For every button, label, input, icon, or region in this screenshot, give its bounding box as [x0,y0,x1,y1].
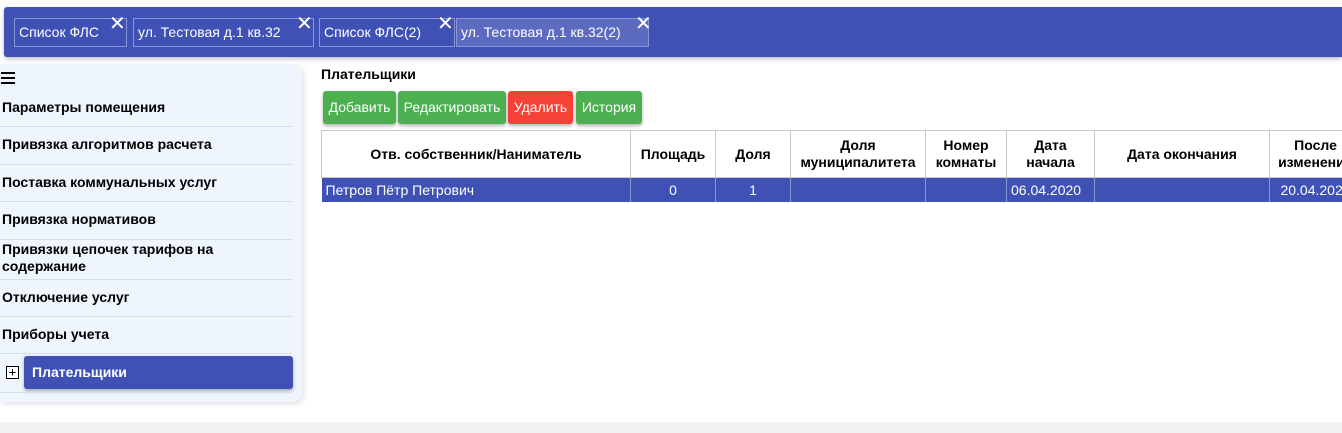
close-icon[interactable]: ✕ [635,13,652,33]
divider [0,164,292,165]
cell-area[interactable]: 0 [630,177,716,202]
divider [0,316,292,317]
divider [0,279,292,280]
edit-button[interactable]: Редактировать [398,91,506,124]
history-button[interactable]: История [576,91,642,124]
column-header-last-change[interactable]: После изменения [1269,130,1342,178]
cell-municipal-share[interactable] [790,177,926,202]
close-icon[interactable]: ✕ [296,13,313,33]
column-header-area[interactable]: Площадь [630,130,716,178]
cell-share[interactable]: 1 [715,177,791,202]
sidebar-item-utility-supply[interactable]: Поставка коммунальных услуг [0,174,292,191]
sidebar: Параметры помещения Привязка алгоритмов … [0,64,302,402]
delete-button[interactable]: Удалить [508,91,573,124]
sidebar-item-payers[interactable]: Плательщики [24,356,293,389]
tab-flс-list[interactable]: Список ФЛС ✕ [14,13,127,47]
expand-icon[interactable]: + [6,366,19,379]
payers-table: Отв. собственник/Наниматель Площадь Доля… [321,130,1342,202]
close-icon[interactable]: ✕ [437,13,454,33]
sidebar-item-calc-algorithms[interactable]: Привязка алгоритмов расчета [0,136,292,153]
tab-label: ул. Тестовая д.1 кв.32(2) [461,24,621,40]
tab-label: ул. Тестовая д.1 кв.32 [138,24,281,40]
column-header-owner[interactable]: Отв. собственник/Наниматель [321,130,631,178]
page-title: Плательщики [321,66,416,82]
column-header-share[interactable]: Доля [715,130,791,178]
sidebar-item-tariff-chains[interactable]: Привязки цепочек тарифов на содержание [0,241,240,275]
tab-label: Список ФЛС [19,24,99,40]
sidebar-item-meters[interactable]: Приборы учета [0,326,292,343]
divider [0,353,292,354]
divider [0,126,292,127]
tab-label: Список ФЛС(2) [324,24,422,40]
sidebar-item-service-disconnect[interactable]: Отключение услуг [0,289,292,306]
column-header-start-date[interactable]: Дата начала [1006,130,1095,178]
column-header-end-date[interactable]: Дата окончания [1094,130,1270,178]
cell-end-date[interactable] [1094,177,1270,202]
sidebar-item-room-params[interactable]: Параметры помещения [0,99,292,116]
page: Список ФЛС ✕ ул. Тестовая д.1 кв.32 ✕ Сп… [0,0,1342,422]
close-icon[interactable]: ✕ [109,13,126,33]
divider [0,392,292,393]
add-button[interactable]: Добавить [323,91,396,124]
tab-bar: Список ФЛС ✕ ул. Тестовая д.1 кв.32 ✕ Сп… [4,7,1342,57]
tab-flс-list-2[interactable]: Список ФЛС(2) ✕ [319,13,455,47]
divider [0,201,292,202]
cell-start-date[interactable]: 06.04.2020 [1006,177,1095,202]
column-header-room-number[interactable]: Номер комнаты [925,130,1007,178]
column-header-municipal-share[interactable]: Доля муниципалитета [790,130,926,178]
tab-address-2[interactable]: ул. Тестовая д.1 кв.32(2) ✕ [456,13,652,47]
tab-address[interactable]: ул. Тестовая д.1 кв.32 ✕ [133,13,314,47]
table-header-row: Отв. собственник/Наниматель Площадь Доля… [321,130,1342,178]
cell-last-change[interactable]: 20.04.2020 [1269,177,1342,202]
menu-icon[interactable] [1,72,15,86]
divider [0,239,292,240]
sidebar-item-norms[interactable]: Привязка нормативов [0,211,292,228]
cell-room-number[interactable] [925,177,1007,202]
cell-owner[interactable]: Петров Пётр Петрович [321,177,631,202]
table-row[interactable]: Петров Пётр Петрович 0 1 06.04.2020 20.0… [321,177,1342,202]
